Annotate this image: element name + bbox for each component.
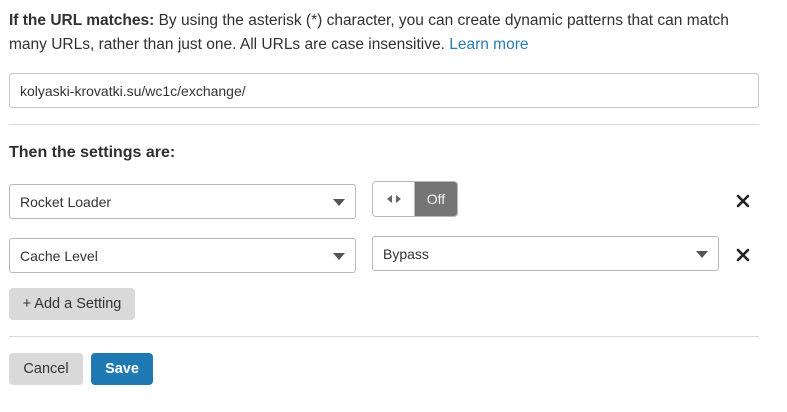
chevron-down-icon	[696, 250, 708, 258]
close-icon	[736, 194, 750, 208]
setting-select-label: Rocket Loader	[20, 193, 112, 210]
chevron-down-icon	[333, 252, 345, 260]
remove-setting-button[interactable]	[733, 245, 753, 265]
divider	[9, 124, 759, 125]
setting-value-label: Bypass	[383, 245, 429, 262]
cache-level-value-select[interactable]: Bypass	[372, 236, 719, 271]
settings-heading: Then the settings are:	[9, 144, 176, 161]
close-icon	[736, 248, 750, 262]
remove-setting-button[interactable]	[733, 191, 753, 211]
page-rule-form: If the URL matches: By using the asteris…	[0, 0, 787, 412]
url-match-description: If the URL matches: By using the asteris…	[9, 9, 759, 57]
cancel-button[interactable]: Cancel	[9, 353, 83, 385]
learn-more-link[interactable]: Learn more	[449, 36, 528, 53]
setting-select-rocket-loader[interactable]: Rocket Loader	[9, 184, 356, 219]
setting-select-label: Cache Level	[20, 247, 98, 264]
rocket-loader-toggle[interactable]: Off	[372, 181, 458, 217]
save-button[interactable]: Save	[91, 353, 153, 385]
arrows-horizontal-icon	[373, 182, 415, 216]
url-pattern-input[interactable]	[9, 73, 759, 108]
divider	[9, 336, 759, 337]
url-match-label: If the URL matches:	[9, 12, 155, 29]
toggle-state-label: Off	[415, 182, 457, 216]
setting-select-cache-level[interactable]: Cache Level	[9, 238, 356, 273]
chevron-down-icon	[333, 198, 345, 206]
add-setting-button[interactable]: + Add a Setting	[9, 288, 135, 320]
